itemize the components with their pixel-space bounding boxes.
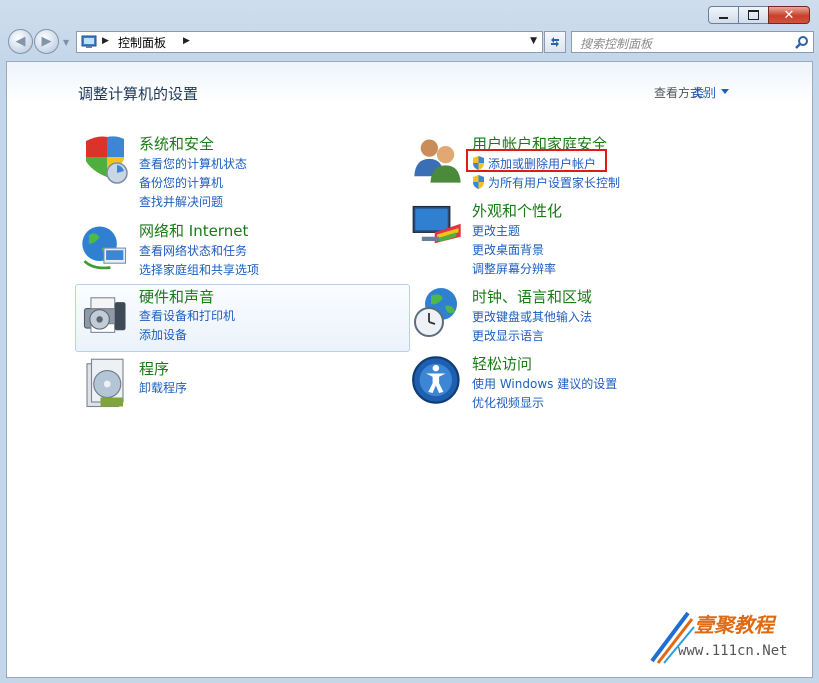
category-appearance: 外观和个性化 更改主题 更改桌面背景 调整屏幕分辨率 [411,200,711,276]
category-clock-language: 时钟、语言和区域 更改键盘或其他输入法 更改显示语言 [411,286,711,344]
address-bar[interactable]: ▶ 控制面板 ▶ ▼ [76,31,543,53]
link-optimize-visual-display[interactable]: 优化视频显示 [472,394,544,411]
appearance-icon[interactable] [411,200,465,254]
view-by-dropdown[interactable]: 类别 [692,84,716,101]
category-title[interactable]: 系统和安全 [139,133,214,154]
breadcrumb-control-panel[interactable]: 控制面板 [118,34,166,51]
link-text[interactable]: 为所有用户设置家长控制 [488,176,620,190]
category-title[interactable]: 轻松访问 [472,353,532,374]
link-parental-controls[interactable]: 为所有用户设置家长控制 [472,174,620,191]
link-backup-computer[interactable]: 备份您的计算机 [139,174,223,191]
link-windows-recommended-settings[interactable]: 使用 Windows 建议的设置 [472,375,617,392]
control-panel-icon [81,35,97,48]
back-button[interactable]: ◀ [8,29,33,54]
breadcrumb-chevron-icon[interactable]: ▶ [183,36,190,46]
address-dropdown-icon[interactable]: ▼ [530,36,537,46]
category-programs: 程序 卸载程序 [78,357,338,408]
category-hardware-sound[interactable]: 硬件和声音 查看设备和打印机 添加设备 [75,284,410,352]
close-button[interactable]: ✕ [768,6,810,24]
forward-arrow-icon: ▶ [41,34,52,49]
refresh-button[interactable] [544,31,566,53]
category-title[interactable]: 网络和 Internet [139,220,248,241]
link-change-display-language[interactable]: 更改显示语言 [472,327,544,344]
category-system-security: 系统和安全 查看您的计算机状态 备份您的计算机 查找并解决问题 [78,133,338,209]
recent-pages-dropdown[interactable]: ▼ [63,38,71,47]
link-change-keyboard[interactable]: 更改键盘或其他输入法 [472,308,592,325]
watermark-title: 壹聚教程 [694,613,774,637]
link-network-status-tasks[interactable]: 查看网络状态和任务 [139,242,247,259]
maximize-button[interactable] [738,6,768,24]
search-box[interactable]: 搜索控制面板 [571,31,814,53]
ease-of-access-icon[interactable] [411,353,465,407]
search-icon[interactable] [795,35,809,49]
page-title: 调整计算机的设置 [78,85,199,103]
forward-button[interactable]: ▶ [34,29,59,54]
control-panel-window: ✕ ◀ ▶ ▼ ▶ 控制面板 ▶ ▼ 搜索控制面板 调整计算机的设置 查看方式:… [0,0,819,683]
minimize-icon [719,17,728,19]
link-add-device[interactable]: 添加设备 [139,326,187,343]
close-icon: ✕ [783,7,795,23]
system-security-icon[interactable] [78,133,132,187]
clock-language-icon[interactable] [411,286,465,340]
programs-icon[interactable] [78,357,132,411]
hardware-sound-icon [83,297,126,333]
link-devices-printers[interactable]: 查看设备和打印机 [139,307,235,324]
content-pane: 调整计算机的设置 查看方式: 类别 系统和安全 查看您的计算机状态 备份您的计算… [6,61,813,678]
category-title[interactable]: 硬件和声音 [139,286,214,307]
highlight-box [466,149,607,172]
link-uninstall-program[interactable]: 卸载程序 [139,379,187,396]
minimize-button[interactable] [708,6,738,24]
breadcrumb-separator-icon[interactable]: ▶ [102,36,109,46]
maximize-icon [748,10,759,20]
search-input[interactable]: 搜索控制面板 [580,35,652,52]
link-change-theme[interactable]: 更改主题 [472,222,520,239]
category-title[interactable]: 外观和个性化 [472,200,562,221]
navigation-bar: ◀ ▶ ▼ ▶ 控制面板 ▶ ▼ 搜索控制面板 [5,29,814,57]
site-watermark: 壹聚教程 www.111cn.Net [648,607,808,669]
network-icon[interactable] [78,220,132,274]
link-homegroup-sharing[interactable]: 选择家庭组和共享选项 [139,261,259,278]
link-adjust-resolution[interactable]: 调整屏幕分辨率 [472,260,556,277]
category-network-internet: 网络和 Internet 查看网络状态和任务 选择家庭组和共享选项 [78,220,338,278]
link-find-fix-problems[interactable]: 查找并解决问题 [139,193,223,210]
back-arrow-icon: ◀ [15,34,26,49]
category-title[interactable]: 时钟、语言和区域 [472,286,592,307]
view-by-chevron-icon[interactable] [721,89,729,94]
watermark-url: www.111cn.Net [678,643,788,659]
link-view-computer-status[interactable]: 查看您的计算机状态 [139,155,247,172]
user-accounts-icon[interactable] [411,133,465,187]
link-change-desktop-background[interactable]: 更改桌面背景 [472,241,544,258]
uac-shield-icon [473,175,484,189]
caption-buttons: ✕ [708,6,810,24]
refresh-icon [551,37,559,47]
category-title[interactable]: 程序 [139,358,169,379]
category-ease-of-access: 轻松访问 使用 Windows 建议的设置 优化视频显示 [411,353,711,411]
